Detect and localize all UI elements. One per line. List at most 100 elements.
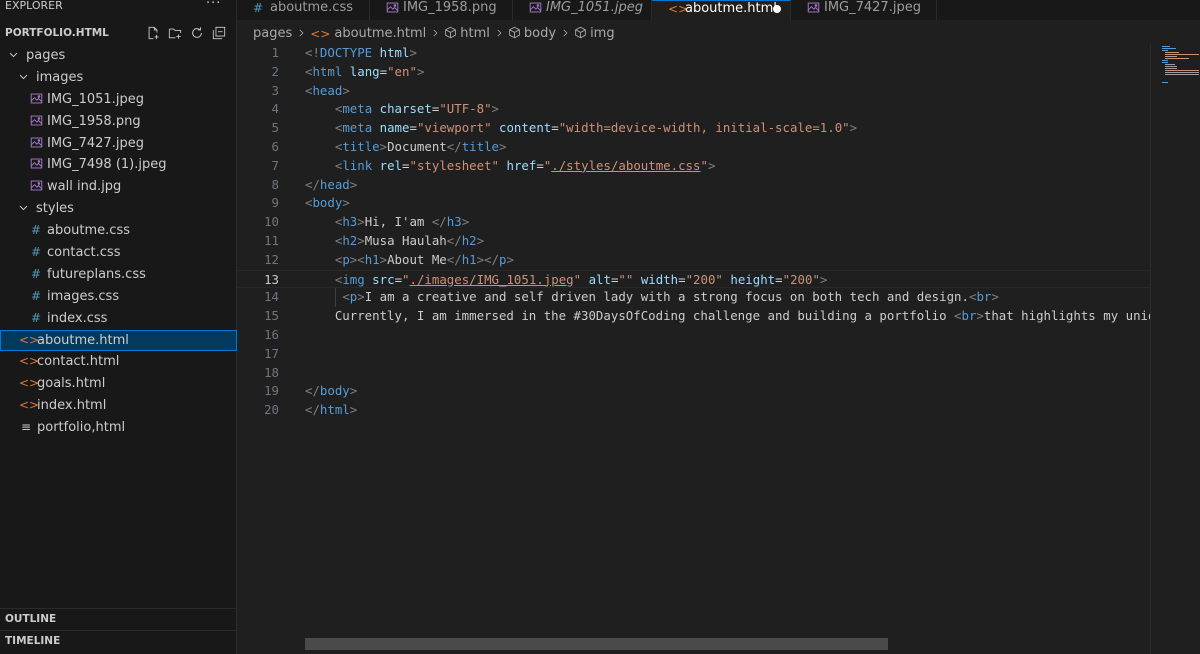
- tree-item-html[interactable]: <> index.html: [0, 395, 237, 417]
- code-content: <meta charset="UTF-8">: [305, 100, 499, 119]
- breadcrumb-item[interactable]: html: [460, 26, 490, 41]
- refresh-icon[interactable]: [190, 26, 204, 40]
- minimap-line: [1165, 72, 1199, 73]
- tab-label: IMG_7427.jpeg: [824, 0, 921, 15]
- code-line[interactable]: 17: [237, 345, 1150, 364]
- tree-item-folder-open[interactable]: images: [0, 67, 237, 89]
- tree-item-image[interactable]: IMG_7498 (1).jpeg: [0, 154, 237, 176]
- code-line[interactable]: 20 </html>: [237, 401, 1150, 420]
- code-line[interactable]: 3 <head>: [237, 82, 1150, 101]
- code-line[interactable]: 16: [237, 326, 1150, 345]
- tree-item-label: futureplans.css: [47, 266, 146, 282]
- collapse-all-icon[interactable]: [212, 26, 226, 40]
- timeline-panel-header[interactable]: TIMELINE: [0, 630, 237, 652]
- code-line[interactable]: 8 </head>: [237, 176, 1150, 195]
- tree-item-image[interactable]: IMG_1051.jpeg: [0, 89, 237, 111]
- code-line[interactable]: 12 <p><h1>About Me</h1></p>: [237, 251, 1150, 270]
- code-line[interactable]: 5 <meta name="viewport" content="width=d…: [237, 119, 1150, 138]
- code-token: =: [409, 120, 417, 136]
- tree-item-image[interactable]: wall ind.jpg: [0, 176, 237, 198]
- code-line[interactable]: 2 <html lang="en">: [237, 63, 1150, 82]
- code-line[interactable]: 6 <title>Document</title>: [237, 138, 1150, 157]
- code-token: ></: [476, 251, 500, 267]
- breadcrumb-item[interactable]: body: [524, 26, 556, 41]
- code-line[interactable]: 10 <h3>Hi, I'am </h3>: [237, 213, 1150, 232]
- html-file-icon: <>: [19, 398, 40, 413]
- code-line[interactable]: 13 <img src="./images/IMG_1051.jpeg" alt…: [237, 269, 1150, 290]
- code-line[interactable]: 14 <p>I am a creative and self driven la…: [237, 288, 1150, 308]
- tree-item-folder-open[interactable]: pages: [0, 45, 237, 67]
- code-token: <!: [305, 45, 320, 60]
- element-icon: [508, 26, 521, 41]
- vertical-scrollbar[interactable]: [1150, 44, 1151, 654]
- code-content: <img src="./images/IMG_1051.jpeg" alt=""…: [305, 271, 828, 290]
- code-line[interactable]: 19 </body>: [237, 382, 1150, 401]
- tree-item-image[interactable]: IMG_7427.jpeg: [0, 133, 237, 155]
- code-content: <body>: [305, 194, 350, 213]
- code-content: <!DOCTYPE html>: [305, 44, 417, 63]
- code-line[interactable]: 18: [237, 364, 1150, 383]
- code-token: Currently, I am immersed in the #30DaysO…: [334, 308, 955, 324]
- element-icon: [574, 26, 587, 41]
- code-token: "": [618, 271, 634, 287]
- tree-item-css[interactable]: # aboutme.css: [0, 220, 237, 242]
- tree-item-html[interactable]: <> goals.html: [0, 373, 237, 395]
- tree-item-css[interactable]: # images.css: [0, 286, 237, 308]
- outline-panel-header[interactable]: OUTLINE: [0, 608, 237, 630]
- breadcrumb-item[interactable]: pages: [253, 26, 292, 41]
- code-token: h1: [364, 251, 380, 267]
- tree-item-image[interactable]: IMG_1958.png: [0, 111, 237, 133]
- code-token: alt: [588, 271, 611, 287]
- horizontal-scrollbar-thumb[interactable]: [305, 638, 888, 650]
- code-token: >: [976, 308, 984, 324]
- breadcrumb-item[interactable]: img: [590, 26, 615, 41]
- code-token: >: [349, 383, 358, 399]
- tab-img-1051-jpeg[interactable]: IMG_1051.jpeg: [513, 0, 652, 20]
- tree-item-folder-open[interactable]: styles: [0, 198, 237, 220]
- tree-item-css[interactable]: # futureplans.css: [0, 264, 237, 286]
- line-number: 18: [264, 364, 279, 380]
- workspace-section-header[interactable]: PORTFOLIO.HTML: [0, 22, 237, 44]
- unsaved-dot-icon[interactable]: [773, 5, 781, 13]
- code-line[interactable]: 7 <link rel="stylesheet" href="./styles/…: [237, 157, 1150, 176]
- tree-item-css[interactable]: # index.css: [0, 308, 237, 330]
- css-file-icon: #: [253, 1, 264, 15]
- css-file-icon: #: [30, 288, 42, 303]
- minimap-line: [1165, 64, 1175, 65]
- code-token: "stylesheet": [409, 157, 500, 173]
- code-token: =: [775, 271, 783, 287]
- code-line[interactable]: 1 <!DOCTYPE html>: [237, 44, 1150, 63]
- code-token: >: [379, 139, 388, 154]
- new-folder-icon[interactable]: [168, 26, 182, 40]
- new-file-icon[interactable]: [146, 26, 160, 40]
- more-actions-icon[interactable]: ···: [206, 0, 221, 11]
- tree-item-text[interactable]: ≡ portfolio,html: [0, 417, 237, 439]
- tab-img-1958-png[interactable]: IMG_1958.png: [370, 0, 513, 20]
- code-line[interactable]: 15 Currently, I am immersed in the #30Da…: [237, 307, 1150, 326]
- tab-img-7427-jpeg[interactable]: IMG_7427.jpeg: [791, 0, 937, 20]
- line-number: 17: [264, 345, 279, 361]
- code-token: meta: [342, 120, 373, 136]
- code-editor[interactable]: 1 <!DOCTYPE html> 2 <html lang="en"> 3 <head>…: [237, 44, 1150, 654]
- code-token: html: [379, 45, 410, 60]
- tree-item-html[interactable]: <> contact.html: [0, 351, 237, 373]
- code-content: <p>I am a creative and self driven lady …: [305, 288, 999, 307]
- tree-item-css[interactable]: # contact.css: [0, 242, 237, 264]
- code-token: Musa Haulah: [364, 233, 447, 248]
- code-line[interactable]: 11 <h2>Musa Haulah</h2>: [237, 232, 1150, 251]
- code-token: =: [536, 157, 544, 173]
- code-line[interactable]: 9 <body>: [237, 194, 1150, 213]
- tab-aboutme-html[interactable]: <> aboutme.html: [652, 0, 791, 20]
- minimap[interactable]: [1158, 44, 1200, 84]
- tab-aboutme-css[interactable]: # aboutme.css: [237, 0, 370, 20]
- minimap-line: [1162, 46, 1170, 47]
- code-token: h3: [342, 214, 358, 230]
- chevron-right-icon: [494, 26, 504, 41]
- line-number: 10: [264, 214, 279, 230]
- chevron-down-icon: [7, 45, 19, 67]
- code-line[interactable]: 4 <meta charset="UTF-8">: [237, 100, 1150, 119]
- code-token: >: [357, 233, 365, 248]
- tree-item-html[interactable]: <> aboutme.html: [0, 329, 237, 352]
- breadcrumb-item[interactable]: aboutme.html: [334, 26, 426, 41]
